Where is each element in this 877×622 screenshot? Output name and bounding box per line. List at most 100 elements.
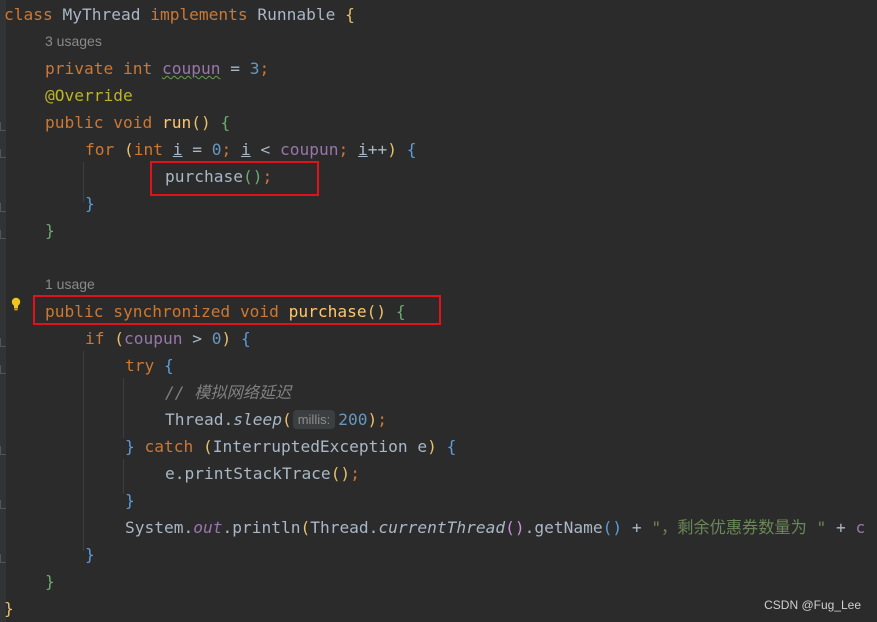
comment: // 模拟网络延迟 [165,383,292,402]
highlight-box-purchase-call [150,161,319,196]
method-call: e.printStackTrace [165,464,331,483]
code-line[interactable]: System.out.println(Thread.currentThread(… [125,514,865,541]
indent-guide [123,378,124,438]
keyword: for [85,140,115,159]
fold-marker-icon[interactable] [0,446,6,455]
code-line[interactable]: for (int i = 0; i < coupun; i++) { [85,136,416,163]
brace: } [85,545,95,564]
code-line[interactable]: public void run() { [45,109,230,136]
keyword: void [113,113,153,132]
usages-hint[interactable]: 1 usage [45,271,95,298]
brace: { [406,140,417,159]
operator: + [622,518,652,537]
fold-marker-icon[interactable] [0,230,6,239]
code-line[interactable]: class MyThread implements Runnable { [4,1,355,28]
semicolon: ; [259,59,270,78]
keyword: try [125,356,155,375]
code-editor[interactable]: class MyThread implements Runnable { 3 u… [0,0,877,622]
brace: { [345,5,355,24]
field-name: coupun [124,329,183,348]
code-line[interactable]: if (coupun > 0) { [85,325,251,352]
loop-variable: i [241,140,251,159]
operator: = [182,140,212,159]
keyword: class [4,5,53,24]
field-name: coupun [161,59,221,78]
code-line[interactable]: try { [125,352,174,379]
fold-marker-icon[interactable] [0,500,6,509]
operator: = [220,59,250,78]
parens: () [330,464,351,483]
code-line[interactable]: } [85,541,95,568]
code-line[interactable]: } [4,595,14,622]
class-name: System. [125,518,194,537]
brace: } [125,437,135,456]
keyword: implements [150,5,248,24]
fold-marker-icon[interactable] [0,554,6,563]
code-line[interactable]: // 模拟网络延迟 [165,379,291,406]
class-name: Thread. [310,518,379,537]
fold-marker-icon[interactable] [0,338,6,347]
code-line[interactable]: } [85,190,95,217]
code-line[interactable]: } [45,217,55,244]
fold-marker-icon[interactable] [0,365,6,374]
code-line[interactable]: } [45,568,55,595]
brace: } [4,599,14,618]
string-literal: "，剩余优惠券数量为 " [651,518,827,537]
lightbulb-icon[interactable] [11,297,21,311]
code-line[interactable]: e.printStackTrace(); [165,460,360,487]
code-line[interactable]: private int coupun = 3; [45,55,269,82]
fold-marker-icon[interactable] [0,122,6,131]
fold-marker-icon[interactable] [0,149,6,158]
paren: ) [221,329,232,348]
indent-guide [83,351,84,551]
method-call: sleep [233,410,282,429]
number-literal: 200 [338,410,368,429]
number-literal: 0 [211,140,222,159]
brace: } [125,491,135,510]
fold-marker-icon[interactable] [0,203,6,212]
semicolon: ; [221,140,241,159]
keyword: catch [144,437,194,456]
parens: () [505,518,525,537]
paren: ( [202,437,213,456]
semicolon: ; [338,140,358,159]
semicolon: ; [377,410,387,429]
method-call: currentThread [378,518,506,537]
brace: { [164,356,174,375]
field-name: coupun [280,140,339,159]
code-line[interactable]: } [125,487,135,514]
gutter[interactable] [0,0,6,622]
method-name: run [161,113,192,132]
annotation: @Override [45,86,133,105]
field-name: c [855,518,866,537]
operator: < [250,140,280,159]
code-line[interactable]: Thread.sleep(millis: 200); [165,406,387,433]
class-name: Thread [165,410,224,429]
dot: . [223,410,234,429]
paren: ) [387,140,397,159]
highlight-box-purchase-method [33,295,441,325]
loop-variable: i [357,140,368,159]
brace: } [45,221,55,240]
usages-hint[interactable]: 3 usages [45,28,102,55]
indent-guide [83,162,84,202]
paren: ( [300,518,311,537]
method-call: .println [222,518,301,537]
watermark: CSDN @Fug_Lee [764,598,861,612]
class-name: MyThread [62,5,141,24]
semicolon: ; [350,464,360,483]
method-call: .getName [524,518,603,537]
paren: ) [427,437,437,456]
brace: } [85,194,95,213]
paren: ) [367,410,378,429]
keyword: public [45,113,104,132]
parameter-hint: millis: [292,410,336,429]
code-line[interactable]: } catch (InterruptedException e) { [125,433,456,460]
code-line[interactable]: @Override [45,82,133,109]
paren: ( [114,329,124,348]
keyword: if [85,329,105,348]
loop-variable: i [172,140,183,159]
keyword: int [133,140,163,159]
operator: ++ [367,140,388,159]
brace: { [240,329,251,348]
